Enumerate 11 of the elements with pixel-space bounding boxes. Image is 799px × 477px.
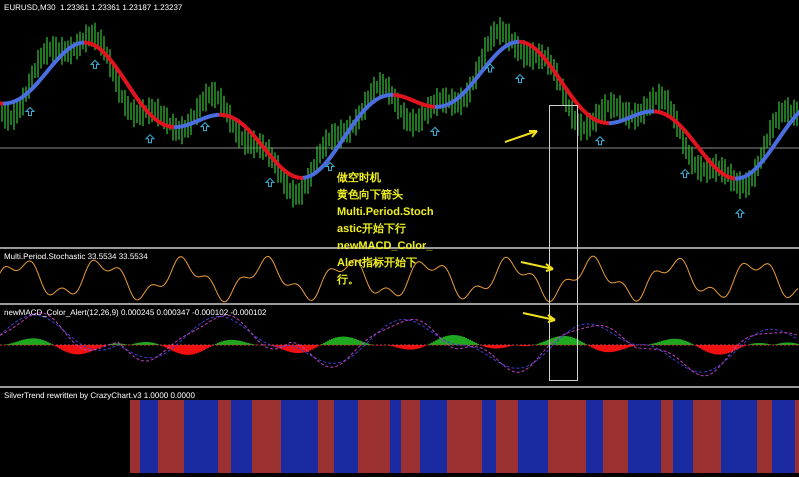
arrow-icon xyxy=(522,311,558,323)
indicator-label: SilverTrend rewritten by CrazyChart.v3 1.0000 0.0000 xyxy=(4,390,195,402)
indicator-label: Multi.Period.Stochastic 33.5534 33.5534 xyxy=(4,251,148,263)
symbol-label: EURUSD,M30 1.23361 1.23361 1.23187 1.23237 xyxy=(4,2,182,14)
indicator-label: newMACD_Color_Alert(12,26,9) 0.000245 0.000347 -0.000102 -0.000102 xyxy=(4,307,266,319)
annotation-text: 行。 xyxy=(337,273,360,288)
annotation-text: 黄色向下箭头 xyxy=(337,188,404,203)
arrow-icon xyxy=(520,260,556,272)
annotation-text: 做空时机 xyxy=(337,170,382,186)
annotation-text: Multi.Period.Stoch xyxy=(337,205,434,220)
annotation-text: astic开始下行 xyxy=(337,222,408,237)
